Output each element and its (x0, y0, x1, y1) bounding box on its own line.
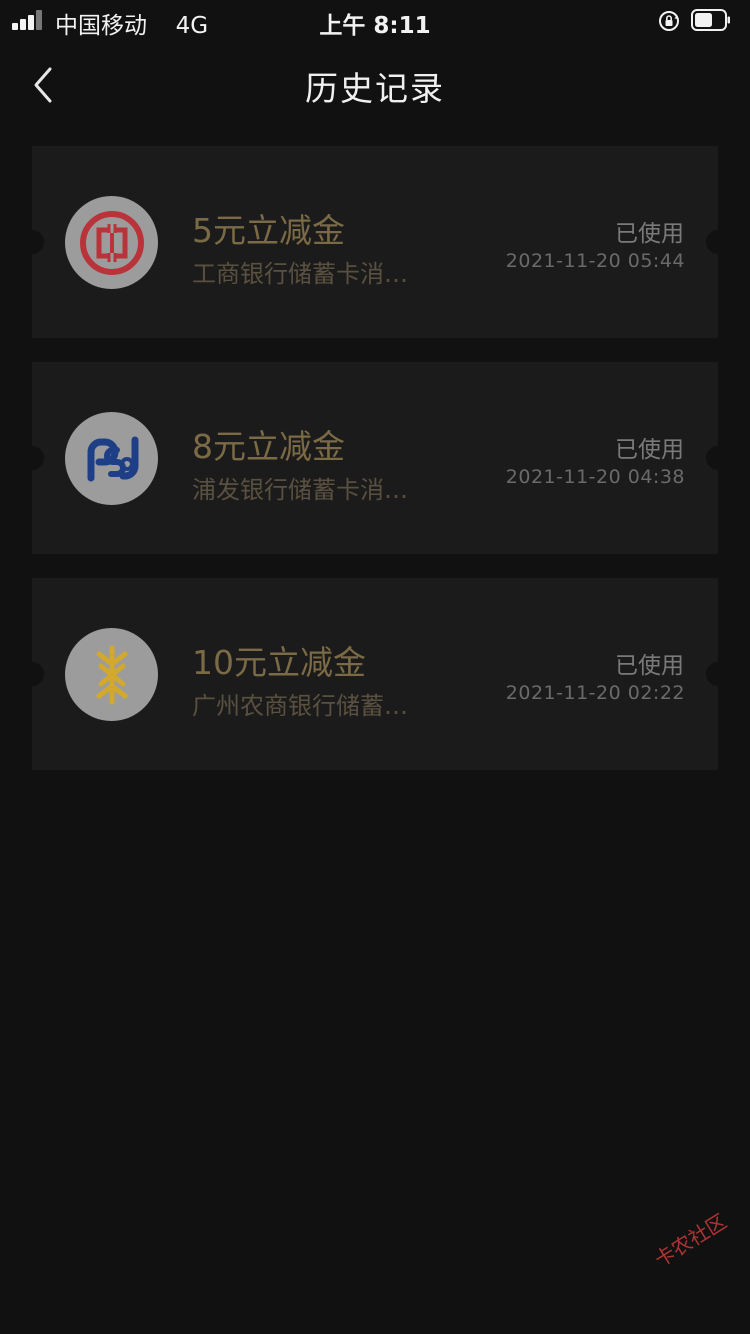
battery-icon (691, 9, 730, 31)
coupon-card[interactable]: 10元立减金 广州农商银行储蓄… 已使用 2021-11-20 02:22 (32, 578, 718, 770)
coupon-description: 广州农商银行储蓄… (192, 692, 408, 720)
coupon-date: 2021-11-20 04:38 (505, 466, 685, 488)
ticket-notch (32, 230, 44, 254)
coupon-status: 已使用 (615, 653, 684, 679)
coupon-card[interactable]: 8元立减金 浦发银行储蓄卡消… 已使用 2021-11-20 04:38 (32, 362, 718, 554)
spdb-logo-icon (87, 436, 138, 481)
coupon-description: 工商银行储蓄卡消… (192, 260, 408, 288)
ticket-notch (706, 446, 718, 470)
coupon-card[interactable]: 5元立减金 工商银行储蓄卡消… 已使用 2021-11-20 05:44 (32, 146, 718, 338)
page-title: 历史记录 (305, 69, 445, 108)
coupon-title: 5元立减金 (192, 211, 345, 250)
rotation-lock-icon (659, 11, 679, 31)
nav-bar: 历史记录 (0, 40, 750, 130)
status-bar: 中国移动 4G 上午 8:11 (0, 0, 750, 40)
coupon-status: 已使用 (615, 437, 684, 463)
bank-logo (65, 628, 158, 721)
ticket-notch (706, 662, 718, 686)
bank-logo (65, 196, 158, 289)
watermark: 卡农社区 (650, 1208, 731, 1272)
grcb-logo-icon (96, 645, 127, 704)
coupon-list: 5元立减金 工商银行储蓄卡消… 已使用 2021-11-20 05:44 8元立… (32, 146, 718, 794)
status-time: 上午 8:11 (319, 13, 431, 39)
ticket-notch (706, 230, 718, 254)
bank-logo (65, 412, 158, 505)
icbc-logo-icon (79, 210, 144, 275)
coupon-status: 已使用 (615, 221, 684, 247)
coupon-date: 2021-11-20 02:22 (505, 682, 685, 704)
ticket-notch (32, 446, 44, 470)
coupon-title: 8元立减金 (192, 427, 345, 466)
coupon-date: 2021-11-20 05:44 (505, 250, 685, 272)
ticket-notch (32, 662, 44, 686)
coupon-title: 10元立减金 (192, 643, 366, 682)
coupon-description: 浦发银行储蓄卡消… (192, 476, 408, 504)
